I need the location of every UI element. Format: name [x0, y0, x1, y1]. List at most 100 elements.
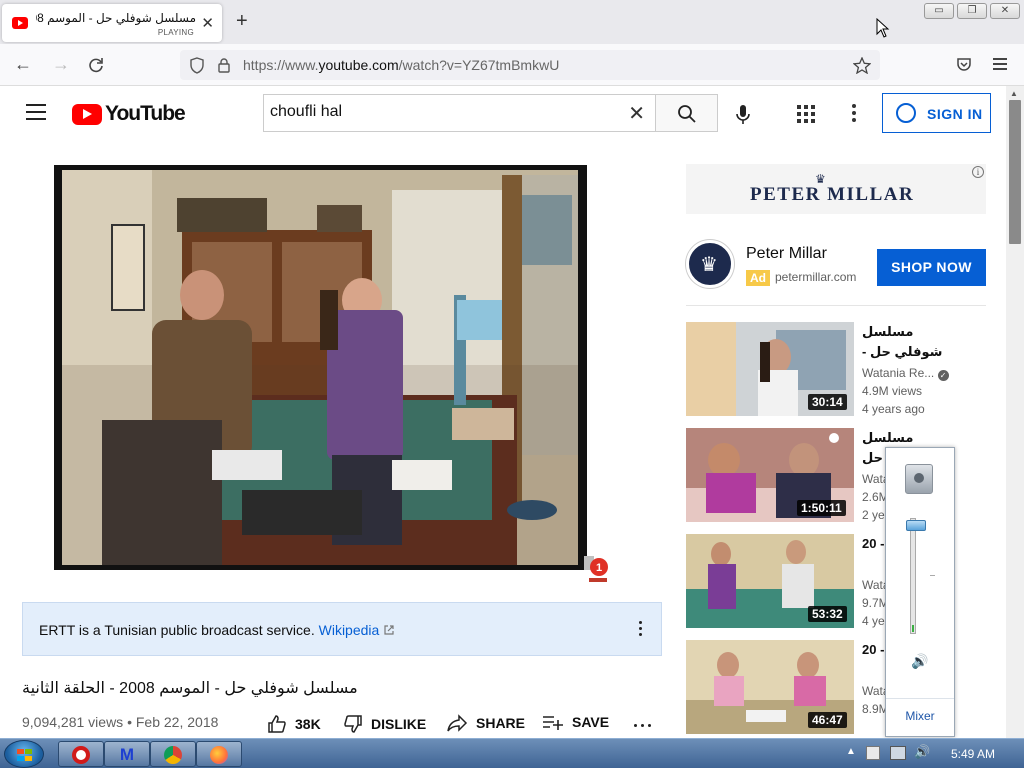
advertiser-domain: petermillar.com [775, 270, 857, 284]
thumbs-down-icon [344, 715, 362, 733]
video-frame [62, 170, 578, 565]
channel-name[interactable]: Watania Re... ✓ [862, 366, 949, 381]
page-scrollbar[interactable]: ▲ [1006, 86, 1024, 738]
scroll-up-icon[interactable]: ▲ [1010, 89, 1018, 98]
restore-button[interactable]: ❐ [957, 3, 987, 19]
opera-icon [72, 746, 90, 764]
clear-search-icon[interactable]: ✕ [628, 101, 645, 126]
share-button[interactable]: SHARE [446, 714, 525, 732]
taskbar-chrome[interactable] [150, 741, 196, 767]
youtube-favicon-icon [12, 17, 28, 29]
youtube-play-icon [72, 103, 102, 125]
wikipedia-link[interactable]: Wikipedia [319, 622, 380, 638]
close-tab-icon[interactable]: ✕ [201, 14, 214, 32]
duration-badge: 46:47 [808, 712, 847, 728]
apps-grid-icon[interactable] [797, 105, 815, 123]
mouse-cursor-icon [876, 18, 890, 38]
ad-info-icon[interactable]: i [972, 166, 984, 178]
tab-playing-label: PLAYING [157, 28, 194, 37]
like-button[interactable]: 38K [267, 714, 321, 734]
window-controls: ▭ ❐ ✕ [924, 3, 1020, 19]
reload-icon[interactable] [88, 57, 104, 73]
app-menu-icon[interactable] [993, 58, 1007, 70]
view-count: 9,094,281 views [22, 714, 124, 730]
search-button[interactable] [655, 94, 718, 132]
back-arrow-icon[interactable]: ← [14, 54, 32, 75]
save-button[interactable]: SAVE [542, 714, 609, 730]
advertiser-name[interactable]: Peter Millar [746, 245, 827, 263]
recommended-title[interactable]: مسلسل شوفلي حل - الموسم 2008 -... [862, 322, 958, 362]
more-actions-icon[interactable] [634, 724, 651, 727]
close-window-button[interactable]: ✕ [990, 3, 1020, 19]
account-icon [896, 103, 916, 123]
crown-icon: ♛ [700, 254, 718, 276]
firefox-icon [210, 746, 228, 764]
forward-arrow-icon[interactable]: → [52, 54, 70, 75]
thumbs-up-icon [268, 715, 286, 733]
shield-icon[interactable] [189, 57, 205, 74]
tab-title: مسلسل شوفلي حل - الموسم 2008 - [36, 11, 196, 25]
info-panel-text: ERTT is a Tunisian public broadcast serv… [39, 622, 395, 638]
info-panel: ERTT is a Tunisian public broadcast serv… [22, 602, 662, 656]
volume-tray-icon[interactable]: 🔊 [914, 744, 930, 760]
verified-check-icon: ✓ [937, 370, 949, 381]
dislike-button[interactable]: DISLIKE [343, 714, 426, 734]
pocket-icon[interactable] [956, 57, 972, 73]
search-box[interactable]: ✕ [263, 94, 655, 132]
network-icon[interactable] [890, 746, 906, 760]
external-link-icon[interactable] [383, 624, 395, 636]
duration-badge: 1:50:11 [797, 500, 846, 516]
volume-slider[interactable] [910, 518, 916, 634]
bookmark-star-icon[interactable] [853, 57, 871, 74]
video-title: مسلسل شوفلي حل - الموسم 2008 - الحلقة ال… [22, 680, 358, 697]
minimize-button[interactable]: ▭ [924, 3, 954, 19]
like-count: 38K [295, 716, 321, 732]
malwarebytes-icon: M [119, 745, 135, 764]
publish-date: Feb 22, 2018 [135, 714, 219, 730]
info-panel-more-icon[interactable] [639, 621, 643, 639]
address-bar[interactable]: https://www.youtube.com/watch?v=YZ67tmBm… [180, 50, 880, 80]
video-player[interactable] [54, 165, 587, 570]
clock[interactable]: 5:49 AM [951, 747, 995, 761]
share-arrow-icon [447, 714, 468, 732]
speaker-device-icon[interactable] [905, 464, 933, 494]
volume-slider-thumb[interactable] [906, 520, 926, 531]
video-meta: 9,094,281 views • Feb 22, 2018 [22, 714, 219, 730]
youtube-logo[interactable]: YouTube [72, 102, 186, 126]
mixer-link[interactable]: Mixer [886, 709, 954, 723]
divider [686, 305, 986, 306]
ad-banner-brand: PETER MILLAR [750, 184, 915, 205]
recommended-video[interactable]: 53:32 حل - 20 Wata 9.7M 4 yea [686, 534, 1006, 629]
lock-icon[interactable] [217, 57, 231, 73]
ad-banner[interactable]: ♛ PETER MILLAR [686, 164, 986, 214]
url-text: https://www.youtube.com/watch?v=YZ67tmBm… [243, 57, 560, 73]
new-tab-icon[interactable]: + [236, 10, 248, 33]
start-button[interactable] [4, 740, 44, 768]
taskbar-opera[interactable] [58, 741, 104, 767]
duration-badge: 53:32 [808, 606, 847, 622]
taskbar-malwarebytes[interactable]: M [104, 741, 150, 767]
more-options-icon[interactable] [852, 104, 856, 125]
channel-watermark-icon: 1 [584, 556, 608, 582]
browser-nav-bar: ← → https://www.youtube.com/watch?v=YZ67… [0, 44, 1024, 86]
hamburger-menu-icon[interactable] [26, 104, 46, 120]
browser-tab[interactable]: مسلسل شوفلي حل - الموسم 2008 - PLAYING ✕ [2, 4, 222, 42]
duration-badge: 30:14 [808, 394, 847, 410]
mute-speaker-icon[interactable]: 🔊 [911, 653, 928, 670]
view-count: 4.9M views [862, 384, 923, 398]
scrollbar-thumb[interactable] [1009, 100, 1021, 244]
recommended-video[interactable]: 30:14 مسلسل شوفلي حل - الموسم 2008 -... … [686, 322, 1006, 417]
advertiser-logo[interactable]: ♛ [686, 240, 734, 288]
windows-flag-icon [17, 749, 33, 761]
microphone-icon[interactable] [735, 104, 751, 126]
recommended-video[interactable]: 1:50:11 مسلسل شوفلي حل رأس Wata 2.6M 2 y… [686, 428, 1006, 523]
shop-now-button[interactable]: SHOP NOW [877, 249, 986, 286]
sign-in-button[interactable]: SIGN IN [882, 93, 991, 133]
svg-text:1: 1 [596, 562, 602, 574]
show-hidden-icons-icon[interactable]: ▲ [846, 746, 856, 757]
action-center-flag-icon[interactable] [866, 746, 880, 760]
taskbar-firefox[interactable] [196, 741, 242, 767]
search-input[interactable] [270, 103, 610, 121]
screen: { "browser": { "tab_title": "مسلسل شوفلي… [0, 0, 1024, 768]
recommended-video[interactable]: 46:47 حل - 20 Wata 8.9M [686, 640, 1006, 735]
